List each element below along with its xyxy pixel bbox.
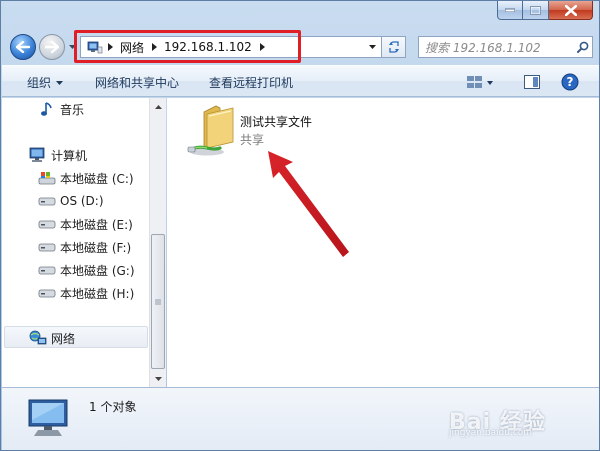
network-location-icon xyxy=(87,40,103,54)
network-computer-icon xyxy=(28,399,68,436)
organize-menu[interactable]: 组织 xyxy=(27,74,64,91)
search-icon[interactable] xyxy=(574,38,592,56)
forward-arrow-icon xyxy=(45,41,59,53)
item-count: 1 个对象 xyxy=(89,400,137,414)
close-button[interactable] xyxy=(549,1,593,20)
drive-icon xyxy=(38,216,56,232)
nav-item-label: 本地磁盘 (F:) xyxy=(60,240,132,255)
drive-icon xyxy=(38,239,56,255)
nav-item-label: 本地磁盘 (H:) xyxy=(60,286,135,301)
nav-item-drive-f[interactable]: 本地磁盘 (F:) xyxy=(38,237,131,257)
nav-item-drive-d[interactable]: OS (D:) xyxy=(38,191,104,211)
nav-item-label: 计算机 xyxy=(51,148,88,163)
shared-folder-item[interactable] xyxy=(187,102,237,158)
minimize-button[interactable] xyxy=(497,1,523,20)
breadcrumb-host[interactable]: 192.168.1.102 xyxy=(164,40,252,54)
search-input[interactable]: 搜索 192.168.1.102 xyxy=(419,39,574,56)
view-options-icon xyxy=(467,76,493,88)
breadcrumb-separator-icon[interactable] xyxy=(152,43,158,51)
back-arrow-icon xyxy=(16,41,30,53)
minimize-icon xyxy=(505,8,515,12)
nav-item-label: 网络 xyxy=(51,331,76,346)
grip-icon xyxy=(155,299,161,304)
maximize-button[interactable] xyxy=(523,1,549,20)
breadcrumb-separator-icon xyxy=(108,43,113,51)
nav-item-label: 本地磁盘 (G:) xyxy=(60,263,135,278)
nav-item-drive-g[interactable]: 本地磁盘 (G:) xyxy=(38,260,135,280)
address-history-dropdown[interactable] xyxy=(364,36,382,58)
help-icon: ? xyxy=(561,73,579,91)
details-pane: 1 个对象 Bai 经验 jingyan.baidu.com xyxy=(2,387,599,450)
chevron-down-icon xyxy=(369,45,376,49)
breadcrumb-separator-icon[interactable] xyxy=(259,43,265,51)
chevron-down-icon xyxy=(56,80,64,85)
nav-item-music[interactable]: 音乐 xyxy=(38,99,84,119)
nav-item-label: 本地磁盘 (C:) xyxy=(60,171,134,186)
folder-subtitle: 共享 xyxy=(240,133,265,147)
scroll-up-icon xyxy=(154,104,162,109)
selected-item-highlight xyxy=(4,326,148,348)
navigation-pane: 音乐 计算机 本地磁盘 (C:) OS (D:) 本地磁盘 (E:) 本地磁盘 … xyxy=(2,98,149,387)
caption-buttons xyxy=(497,1,593,21)
svg-text:?: ? xyxy=(567,75,574,89)
nav-item-network[interactable]: 网络 xyxy=(29,328,75,348)
nav-item-computer[interactable]: 计算机 xyxy=(29,145,87,165)
network-sharing-center-label: 网络和共享中心 xyxy=(95,76,180,90)
scroll-down-button[interactable] xyxy=(150,370,166,387)
content-area: 测试共享文件 共享 xyxy=(167,98,599,387)
view-options-button[interactable] xyxy=(464,72,496,92)
shared-folder-icon xyxy=(187,105,234,156)
nav-item-drive-h[interactable]: 本地磁盘 (H:) xyxy=(38,283,134,303)
nav-item-drive-c[interactable]: 本地磁盘 (C:) xyxy=(38,168,134,188)
help-button[interactable]: ? xyxy=(559,72,581,92)
breadcrumb-network[interactable]: 网络 xyxy=(120,39,144,56)
refresh-icon xyxy=(388,41,399,53)
recent-pages-button[interactable] xyxy=(68,42,77,51)
red-arrow-annotation xyxy=(268,151,349,257)
command-bar: 组织 网络和共享中心 查看远程打印机 ? xyxy=(2,65,599,97)
music-icon xyxy=(38,101,56,117)
nav-item-label: 音乐 xyxy=(60,102,85,117)
maximize-icon xyxy=(530,5,541,15)
nav-item-drive-e[interactable]: 本地磁盘 (E:) xyxy=(38,214,133,234)
chevron-down-icon xyxy=(69,44,76,49)
network-sharing-center-button[interactable]: 网络和共享中心 xyxy=(95,74,179,91)
folder-name[interactable]: 测试共享文件 xyxy=(240,113,312,130)
view-remote-printers-label: 查看远程打印机 xyxy=(209,76,294,90)
navigation-bar: 网络 192.168.1.102 搜索 192.168.1.102 xyxy=(1,29,600,63)
scroll-up-button[interactable] xyxy=(150,98,166,115)
close-icon xyxy=(564,4,577,16)
scrollbar-thumb[interactable] xyxy=(151,234,165,369)
scroll-down-icon xyxy=(154,376,162,381)
baidu-watermark: Bai 经验 jingyan.baidu.com xyxy=(449,404,589,444)
nav-item-label: OS (D:) xyxy=(60,194,104,208)
drive-icon xyxy=(38,262,56,278)
drive-icon xyxy=(38,285,56,301)
search-box[interactable]: 搜索 192.168.1.102 xyxy=(418,36,593,58)
nav-item-label: 本地磁盘 (E:) xyxy=(60,217,133,232)
preview-pane-button[interactable] xyxy=(522,72,542,92)
system-drive-icon xyxy=(38,170,56,186)
refresh-button[interactable] xyxy=(382,36,406,58)
back-button[interactable] xyxy=(10,34,36,60)
navigation-pane-scrollbar[interactable] xyxy=(149,98,166,387)
address-bar[interactable]: 网络 192.168.1.102 xyxy=(80,36,382,58)
watermark-main: Bai 经验 xyxy=(449,410,546,435)
preview-pane-icon xyxy=(524,75,540,89)
view-remote-printers-button[interactable]: 查看远程打印机 xyxy=(209,74,293,91)
computer-icon xyxy=(29,147,47,163)
forward-button[interactable] xyxy=(39,34,65,60)
organize-label: 组织 xyxy=(27,76,52,90)
network-icon xyxy=(29,330,47,346)
watermark-sub: jingyan.baidu.com xyxy=(449,428,533,438)
drive-icon xyxy=(38,193,56,209)
explorer-window: 网络 192.168.1.102 搜索 192.168.1.102 组织 网络和… xyxy=(0,0,600,451)
